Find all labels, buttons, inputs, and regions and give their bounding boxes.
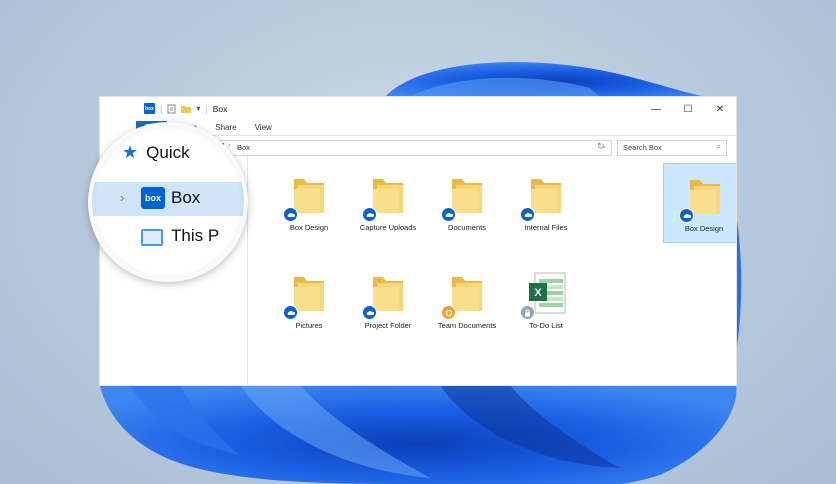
refresh-icon[interactable]: ↻ [597, 141, 605, 152]
search-placeholder: Search Box [623, 143, 662, 152]
item-label: Team Documents [437, 321, 497, 330]
customize-chevron-icon[interactable]: ▾ [196, 104, 200, 113]
search-input[interactable]: Search Box ⌕ [617, 140, 727, 156]
properties-icon[interactable] [167, 104, 176, 114]
folder-icon [531, 179, 561, 213]
maximize-button[interactable]: ☐ [672, 97, 704, 121]
tab-view[interactable]: View [246, 121, 281, 135]
item-label: Box Design [684, 224, 724, 233]
separator: | [160, 103, 163, 114]
folder-icon [690, 180, 720, 214]
folder-item-selected[interactable]: Box Design [663, 163, 736, 243]
lock-icon [520, 305, 535, 320]
separator: | [205, 103, 208, 114]
file-list: Box Design Capture Uploads Documents Int… [248, 155, 736, 385]
tab-share[interactable]: Share [206, 121, 245, 135]
folder-item[interactable]: Project Folder [347, 261, 429, 341]
folder-item[interactable]: Team Documents [426, 261, 508, 341]
folder-icon [373, 179, 403, 213]
folder-icon [452, 277, 482, 311]
breadcrumb-box[interactable]: Box [237, 143, 250, 152]
folder-icon [373, 277, 403, 311]
title-bar: box | ▾ | Box — ☐ ✕ [100, 97, 736, 121]
quick-access-toolbar: box | ▾ | Box [144, 103, 227, 114]
nav-item-quick-access[interactable]: ★ Quick [122, 142, 190, 163]
cloud-icon [362, 305, 377, 320]
cloud-icon [362, 207, 377, 222]
item-label: Project Folder [364, 321, 412, 330]
expand-chevron-icon[interactable]: › [120, 190, 124, 205]
star-icon: ★ [122, 142, 139, 162]
file-item[interactable]: X To-Do List [505, 261, 587, 341]
folder-icon [294, 277, 324, 311]
item-label: Documents [448, 223, 486, 232]
nav-label-this-pc[interactable]: This P [171, 226, 219, 246]
item-label: Capture Uploads [359, 223, 417, 232]
nav-label-box: Box [171, 188, 201, 207]
new-folder-icon[interactable] [181, 104, 192, 113]
nav-label-quick: Quick [146, 142, 190, 162]
item-label: Box Design [289, 223, 329, 232]
magnifier-callout: ★ Quick › box Box This P [88, 122, 248, 282]
folder-icon [452, 179, 482, 213]
window-controls: — ☐ ✕ [640, 97, 736, 121]
folder-item[interactable]: Internal Files [505, 163, 587, 243]
cloud-icon [441, 207, 456, 222]
close-button[interactable]: ✕ [704, 97, 736, 121]
item-label: To-Do List [529, 321, 563, 330]
this-pc-icon [141, 229, 163, 246]
nav-item-box[interactable] [92, 182, 244, 216]
folder-item[interactable]: Pictures [268, 261, 350, 341]
folder-item[interactable]: Capture Uploads [347, 163, 429, 243]
folder-item[interactable]: Documents [426, 163, 508, 243]
box-logo-icon: box [141, 187, 165, 209]
cloud-icon [679, 208, 694, 223]
window-title: Box [212, 103, 228, 114]
svg-text:X: X [534, 287, 542, 299]
item-label: Pictures [295, 321, 323, 330]
box-app-icon: box [144, 103, 155, 114]
cloud-icon [520, 207, 535, 222]
breadcrumb-separator: › [228, 142, 231, 149]
sync-pending-icon [441, 305, 456, 320]
cloud-icon [283, 305, 298, 320]
search-icon: ⌕ [716, 142, 721, 151]
minimize-button[interactable]: — [640, 97, 672, 121]
folder-item[interactable]: Box Design [268, 163, 350, 243]
item-label: Internal Files [524, 223, 568, 232]
folder-icon [294, 179, 324, 213]
ribbon-divider [136, 135, 736, 136]
cloud-icon [283, 207, 298, 222]
address-bar[interactable]: › Box ⌄ [212, 140, 612, 156]
